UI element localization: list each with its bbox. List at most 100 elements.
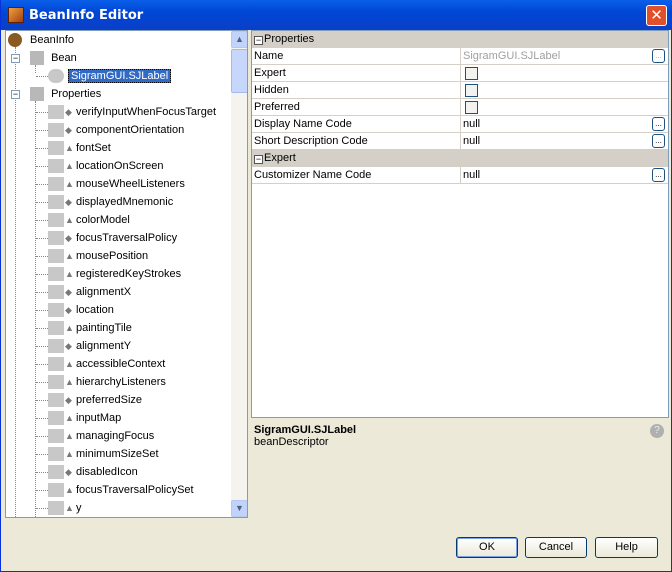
property-icon xyxy=(48,105,64,120)
tree-item-property[interactable]: ▲ mousePosition xyxy=(48,247,148,265)
read-write-icon: ◆ xyxy=(65,305,72,316)
display-name-edit-button[interactable]: ... xyxy=(652,117,665,131)
tree-item-property[interactable]: ◆ displayedMnemonic xyxy=(48,193,173,211)
tree-item-property[interactable]: ◆ alignmentX xyxy=(48,283,131,301)
property-icon xyxy=(48,159,64,174)
category-expert[interactable]: − Expert xyxy=(252,150,668,167)
tree-item-property[interactable]: ◆ preferredSize xyxy=(48,391,142,409)
collapse-properties-toggle[interactable]: − xyxy=(11,90,20,99)
close-button[interactable]: ✕ xyxy=(646,5,667,26)
prop-label: Display Name Code xyxy=(254,118,352,130)
property-icon xyxy=(48,303,64,318)
read-only-icon: ▲ xyxy=(65,143,74,154)
collapse-icon[interactable]: − xyxy=(254,155,263,164)
property-icon xyxy=(48,429,64,444)
property-icon xyxy=(48,501,64,516)
customizer-name-code-value[interactable]: null xyxy=(463,169,480,181)
description-title: SigramGUI.SJLabel xyxy=(254,424,357,436)
prop-label: Expert xyxy=(254,67,286,79)
tree-item-property[interactable]: ▲ minimumSizeSet xyxy=(48,445,159,463)
short-description-code-value[interactable]: null xyxy=(463,135,480,147)
tree-item-property[interactable]: ▲ focusTraversalPolicySet xyxy=(48,481,194,499)
help-button[interactable]: Help xyxy=(595,537,658,558)
collapse-icon[interactable]: − xyxy=(254,36,263,45)
scroll-thumb[interactable] xyxy=(231,49,247,93)
tree-item-label: disabledIcon xyxy=(76,466,138,478)
preferred-checkbox[interactable] xyxy=(465,101,478,114)
expert-checkbox[interactable] xyxy=(465,67,478,80)
cancel-button[interactable]: Cancel xyxy=(525,537,587,558)
tree-item-label: componentOrientation xyxy=(76,124,185,136)
tree-item-property[interactable]: ◆ location xyxy=(48,301,114,319)
bean-icon xyxy=(48,69,64,84)
tree-item-label: fontSet xyxy=(76,142,111,154)
tree-item-property[interactable]: ▲ paintingTile xyxy=(48,319,132,337)
read-write-icon: ◆ xyxy=(65,197,72,208)
tree-node-bean-class-label: SigramGUI.SJLabel xyxy=(68,69,172,83)
title-bar[interactable]: BeanInfo Editor ✕ xyxy=(1,0,672,30)
tree-node-properties[interactable]: Properties xyxy=(30,85,101,103)
prop-row-preferred[interactable]: Preferred xyxy=(252,99,668,116)
category-label: Properties xyxy=(264,33,315,45)
property-icon xyxy=(48,357,64,372)
property-icon xyxy=(48,411,64,426)
prop-row-short-description-code[interactable]: Short Description Code null... xyxy=(252,133,668,150)
tree-node-bean-class[interactable]: SigramGUI.SJLabel xyxy=(48,67,172,85)
tree-item-label: accessibleContext xyxy=(76,358,166,370)
property-icon xyxy=(48,123,64,138)
window-title: BeanInfo Editor xyxy=(29,8,144,23)
tree-item-property[interactable]: ▲ hierarchyListeners xyxy=(48,373,166,391)
help-icon[interactable]: ? xyxy=(650,424,664,438)
tree-item-property[interactable]: ◆ focusTraversalPolicy xyxy=(48,229,177,247)
prop-row-name[interactable]: Name SigramGUI.SJLabel... xyxy=(252,48,668,65)
name-edit-button[interactable]: ... xyxy=(652,49,665,63)
prop-row-hidden[interactable]: Hidden xyxy=(252,82,668,99)
tree-item-property[interactable]: ◆ verifyInputWhenFocusTarget xyxy=(48,103,216,121)
read-write-icon: ◆ xyxy=(65,395,72,406)
category-properties[interactable]: − Properties xyxy=(252,31,668,48)
tree-item-property[interactable]: ▲ mouseWheelListeners xyxy=(48,175,185,193)
prop-label: Name xyxy=(254,50,284,62)
tree-node-bean[interactable]: Bean xyxy=(30,49,77,67)
tree-item-label: locationOnScreen xyxy=(76,160,164,172)
scroll-up-button[interactable]: ▲ xyxy=(231,31,247,48)
tree-item-label: paintingTile xyxy=(76,322,132,334)
read-only-icon: ▲ xyxy=(65,215,74,226)
short-description-edit-button[interactable]: ... xyxy=(652,134,665,148)
tree-item-property[interactable]: ▲ colorModel xyxy=(48,211,130,229)
collapse-bean-toggle[interactable]: − xyxy=(11,54,20,63)
tree-item-property[interactable]: ▲ y xyxy=(48,499,82,517)
display-name-code-value[interactable]: null xyxy=(463,118,480,130)
prop-row-customizer-name-code[interactable]: Customizer Name Code null... xyxy=(252,167,668,184)
tree-item-label: hierarchyListeners xyxy=(76,376,166,388)
tree-item-label: managingFocus xyxy=(76,430,155,442)
prop-row-display-name-code[interactable]: Display Name Code null... xyxy=(252,116,668,133)
tree-item-label: location xyxy=(76,304,114,316)
tree-item-property[interactable]: ▲ registeredKeyStrokes xyxy=(48,265,181,283)
property-icon xyxy=(48,177,64,192)
tree-scrollbar[interactable]: ▲ ▼ xyxy=(231,31,247,517)
read-only-icon: ▲ xyxy=(65,449,74,460)
tree-item-property[interactable]: ▲ fontSet xyxy=(48,139,111,157)
tree-item-property[interactable]: ▲ managingFocus xyxy=(48,427,154,445)
property-icon xyxy=(48,195,64,210)
customizer-edit-button[interactable]: ... xyxy=(652,168,665,182)
property-icon xyxy=(48,447,64,462)
read-write-icon: ◆ xyxy=(65,341,72,352)
tree-item-property[interactable]: ◆ componentOrientation xyxy=(48,121,184,139)
tree-item-property[interactable]: ▲ locationOnScreen xyxy=(48,157,163,175)
hidden-checkbox[interactable] xyxy=(465,84,478,97)
prop-row-expert[interactable]: Expert xyxy=(252,65,668,82)
tree-item-property[interactable]: ▲ accessibleContext xyxy=(48,355,165,373)
scroll-down-button[interactable]: ▼ xyxy=(231,500,247,517)
read-only-icon: ▲ xyxy=(65,377,74,388)
read-only-icon: ▲ xyxy=(65,359,74,370)
prop-label: Hidden xyxy=(254,84,289,96)
tree-item-label: focusTraversalPolicy xyxy=(76,232,178,244)
read-only-icon: ▲ xyxy=(65,413,74,424)
ok-button[interactable]: OK xyxy=(456,537,518,558)
tree-item-property[interactable]: ◆ disabledIcon xyxy=(48,463,138,481)
tree-item-property[interactable]: ▲ inputMap xyxy=(48,409,121,427)
tree-item-property[interactable]: ◆ alignmentY xyxy=(48,337,131,355)
tree-root[interactable]: BeanInfo xyxy=(8,31,74,49)
